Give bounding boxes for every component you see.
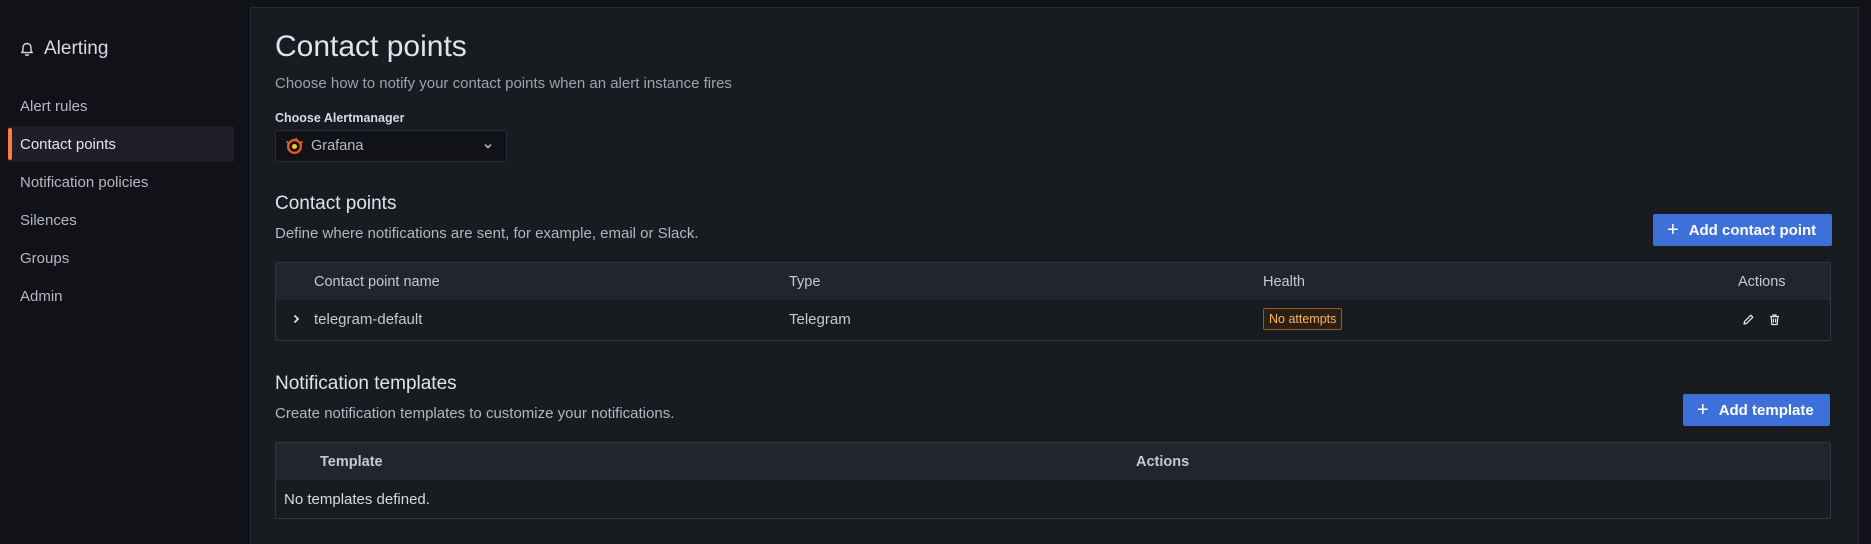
main-content: Contact points Choose how to notify your… [250,7,1859,544]
sidebar-item-label: Admin [20,287,63,305]
contact-points-section-title: Contact points [275,193,397,214]
health-status-badge: No attempts [1263,308,1343,330]
row-actions [1740,300,1782,338]
page-subtitle: Choose how to notify your contact points… [275,75,732,92]
expand-row-button[interactable] [290,300,302,338]
add-template-label: Add template [1718,401,1814,419]
column-header-actions: Actions [1738,273,1786,290]
add-template-button[interactable]: + Add template [1683,394,1830,426]
empty-state-text: No templates defined. [284,490,430,508]
alertmanager-select[interactable]: Grafana [275,130,507,162]
alertmanager-label: Choose Alertmanager [275,111,405,125]
column-header-actions: Actions [1136,453,1190,470]
table-header: Template Actions [276,443,1830,480]
sidebar-header: Alerting [20,38,108,60]
templates-table: Template Actions No templates defined. [275,442,1831,519]
page-title: Contact points [275,30,467,63]
pencil-icon [1742,314,1753,325]
templates-description: Create notification templates to customi… [275,405,675,422]
sidebar-item-contact-points[interactable]: Contact points [8,126,234,162]
table-header: Contact point name Type Health Actions [276,263,1830,300]
sidebar-item-label: Groups [20,249,70,267]
sidebar-item-admin[interactable]: Admin [8,278,234,314]
chevron-down-icon [484,144,492,149]
column-header-name: Contact point name [314,273,440,290]
contact-point-type: Telegram [789,310,851,328]
sidebar-title: Alerting [44,38,109,59]
plus-icon: + [1667,219,1679,241]
chevron-right-icon [293,314,300,324]
trash-icon [1769,313,1779,325]
table-row: No templates defined. [276,480,1830,518]
contact-points-table: Contact point name Type Health Actions t… [275,262,1831,341]
sidebar-item-label: Alert rules [20,97,88,115]
sidebar-item-label: Notification policies [20,173,149,191]
contact-point-name: telegram-default [314,310,423,328]
sidebar-item-alert-rules[interactable]: Alert rules [8,88,234,124]
delete-button[interactable] [1766,311,1782,327]
plus-icon: + [1697,399,1709,421]
alertmanager-selected: Grafana [311,138,364,154]
bell-icon [21,42,33,56]
sidebar-item-groups[interactable]: Groups [8,240,234,276]
column-header-health: Health [1263,273,1305,290]
health-cell: No attempts [1263,300,1343,338]
sidebar: Alerting Alert rules Contact points Noti… [0,0,250,544]
sidebar-item-notification-policies[interactable]: Notification policies [8,164,234,200]
sidebar-item-silences[interactable]: Silences [8,202,234,238]
sidebar-item-label: Contact points [20,135,116,153]
templates-section-title: Notification templates [275,373,457,394]
column-header-type: Type [789,273,821,290]
sidebar-item-label: Silences [20,211,77,229]
add-contact-point-label: Add contact point [1688,221,1817,239]
table-row: telegram-default Telegram No attempts [276,300,1830,338]
edit-button[interactable] [1740,311,1756,327]
grafana-logo-icon [286,137,303,154]
add-contact-point-button[interactable]: + Add contact point [1653,214,1833,246]
column-header-template: Template [320,453,383,470]
contact-points-description: Define where notifications are sent, for… [275,225,699,242]
